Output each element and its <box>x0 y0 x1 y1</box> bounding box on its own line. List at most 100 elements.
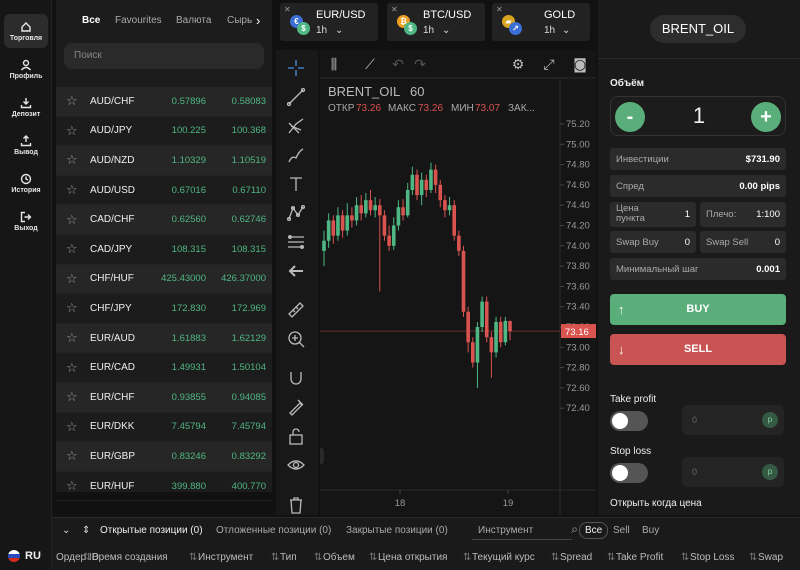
candle-body[interactable] <box>396 207 401 226</box>
candle-body[interactable] <box>433 169 438 185</box>
candle-body[interactable] <box>508 320 512 332</box>
column-header[interactable]: Время создания <box>92 552 168 563</box>
redo-icon[interactable]: ↷ <box>414 57 426 73</box>
star-icon[interactable]: ☆ <box>56 330 80 346</box>
edit-lock-tool[interactable] <box>286 397 306 417</box>
close-icon[interactable]: ✕ <box>391 5 398 14</box>
star-icon[interactable]: ☆ <box>56 123 80 139</box>
tab-open-positions[interactable]: Открытые позиции (0) <box>100 525 203 536</box>
star-icon[interactable]: ☆ <box>56 478 80 494</box>
search-input[interactable]: Поиск <box>64 43 264 69</box>
candle-body[interactable] <box>378 205 382 216</box>
instrument-row[interactable]: ☆ EUR/CAD 1.49931 1.50104 <box>56 353 272 383</box>
sort-icon[interactable]: ⇅ <box>551 552 559 563</box>
tab-eurusd[interactable]: ✕ € $ EUR/USD 1h ⌄ <box>280 3 378 41</box>
candle-body[interactable] <box>382 215 387 236</box>
instrument-row[interactable]: ☆ CHF/HUF 425.43000 426.37000 <box>56 264 272 295</box>
search-icon[interactable]: ⌕ <box>571 522 578 537</box>
tab-pending-positions[interactable]: Отложенные позиции (0) <box>216 525 331 536</box>
collapse-chevron-icon[interactable]: ⌄ <box>62 525 70 536</box>
text-tool[interactable] <box>286 174 306 194</box>
visibility-tool[interactable] <box>286 455 306 475</box>
instrument-row[interactable]: ☆ AUD/NZD 1.10329 1.10519 <box>56 146 272 176</box>
instrument-row[interactable]: ☆ EUR/AUD 1.61883 1.62129 <box>56 323 272 354</box>
star-icon[interactable]: ☆ <box>56 271 80 287</box>
sort-icon[interactable]: ⇅ <box>83 552 91 563</box>
star-icon[interactable]: ☆ <box>56 448 80 464</box>
chevron-down-icon[interactable]: ⌄ <box>442 25 450 36</box>
candle-body[interactable] <box>373 205 377 211</box>
stop-loss-toggle[interactable] <box>610 463 648 483</box>
column-header[interactable]: Текущий курс <box>472 552 535 563</box>
star-icon[interactable]: ☆ <box>56 241 80 257</box>
sort-icon[interactable]: ⇅ <box>369 552 377 563</box>
column-header[interactable]: Take Profit <box>616 552 663 563</box>
sort-icon[interactable]: ⇅ <box>189 552 197 563</box>
tab-currency[interactable]: Валюта <box>176 10 211 32</box>
candle-body[interactable] <box>345 215 350 231</box>
candle-body[interactable] <box>364 200 368 214</box>
instrument-row[interactable]: ☆ CAD/JPY 108.315 108.315 <box>56 235 272 265</box>
instrument-row[interactable]: ☆ AUD/JPY 100.225 100.368 <box>56 117 272 147</box>
candle-body[interactable] <box>419 179 424 196</box>
sort-icon[interactable]: ⇅ <box>749 552 757 563</box>
chevron-down-icon[interactable]: ⌄ <box>335 25 343 36</box>
candle-body[interactable] <box>322 240 326 251</box>
instrument-row[interactable]: ☆ AUD/CHF 0.57896 0.58083 <box>56 87 272 117</box>
candle-body[interactable] <box>443 200 447 211</box>
candle-body[interactable] <box>368 200 373 211</box>
tab-favourites[interactable]: Favourites <box>115 10 162 32</box>
instrument-row[interactable]: ☆ EUR/CHF 0.93855 0.94085 <box>56 383 272 413</box>
candle-body[interactable] <box>489 337 494 353</box>
pip-badge-icon[interactable]: p <box>762 464 778 480</box>
instrument-row[interactable]: ☆ EUR/HUF 399.880 400.770 <box>56 472 272 502</box>
camera-icon[interactable]: ◙ <box>573 57 587 73</box>
candle-body[interactable] <box>480 301 484 327</box>
candle-body[interactable] <box>498 321 503 343</box>
indicator-icon[interactable]: ⟋ <box>365 57 375 73</box>
candle-body[interactable] <box>429 169 433 190</box>
sell-button[interactable]: ↓ SELL <box>610 334 786 365</box>
instrument-row[interactable]: ☆ EUR/GBP 0.83246 0.83292 <box>56 442 272 472</box>
delete-tool[interactable] <box>286 495 306 515</box>
column-header[interactable]: Цена открытия <box>378 552 447 563</box>
instrument-row[interactable]: ☆ EUR/DKK 7.45794 7.45794 <box>56 413 272 443</box>
candle-body[interactable] <box>336 215 340 236</box>
back-arrow-tool[interactable] <box>286 261 306 281</box>
star-icon[interactable]: ☆ <box>56 182 80 198</box>
nav-item-deposit[interactable]: Депозит <box>4 90 48 124</box>
instrument-row[interactable]: ☆ CHF/JPY 172.830 172.969 <box>56 294 272 324</box>
take-profit-input[interactable]: 0 p <box>682 405 784 435</box>
brush-tool[interactable] <box>286 145 306 165</box>
nav-item-trading[interactable]: Торговля <box>4 14 48 48</box>
star-icon[interactable]: ☆ <box>56 360 80 376</box>
candle-body[interactable] <box>457 235 461 251</box>
candle-body[interactable] <box>415 174 419 196</box>
chevron-right-icon[interactable]: › <box>256 10 260 32</box>
candle-body[interactable] <box>410 174 415 190</box>
tab-closed-positions[interactable]: Закрытые позиции (0) <box>346 525 448 536</box>
nav-item-withdraw[interactable]: Вывод <box>4 128 48 162</box>
crosshair-tool[interactable] <box>286 58 306 78</box>
candles-icon[interactable]: ⫼ <box>331 57 337 73</box>
candle-body[interactable] <box>494 321 498 353</box>
nav-item-profile[interactable]: Профиль <box>4 52 48 86</box>
sort-icon[interactable]: ⇅ <box>314 552 322 563</box>
candle-body[interactable] <box>326 220 331 241</box>
candlestick-chart[interactable]: ⫼⟋↶↷⚙⤢◙72.4072.6072.8073.0073.2073.4073.… <box>316 50 596 515</box>
volume-stepper[interactable]: - 1 + <box>610 96 786 136</box>
candle-body[interactable] <box>424 179 429 190</box>
candle-body[interactable] <box>484 301 489 338</box>
column-header[interactable]: Тип <box>280 552 297 563</box>
candle-body[interactable] <box>331 220 336 236</box>
tab-all[interactable]: Все <box>82 10 100 32</box>
stop-loss-input[interactable]: 0 p <box>682 457 784 487</box>
zoom-tool[interactable] <box>286 329 306 349</box>
candle-body[interactable] <box>461 250 466 312</box>
filter-all[interactable]: Все <box>579 522 609 539</box>
ruler-tool[interactable] <box>286 300 306 320</box>
resize-arrows-icon[interactable]: ⇕ <box>82 525 90 536</box>
magnet-tool[interactable] <box>286 368 306 388</box>
minus-button[interactable]: - <box>615 102 645 132</box>
star-icon[interactable]: ☆ <box>56 419 80 435</box>
